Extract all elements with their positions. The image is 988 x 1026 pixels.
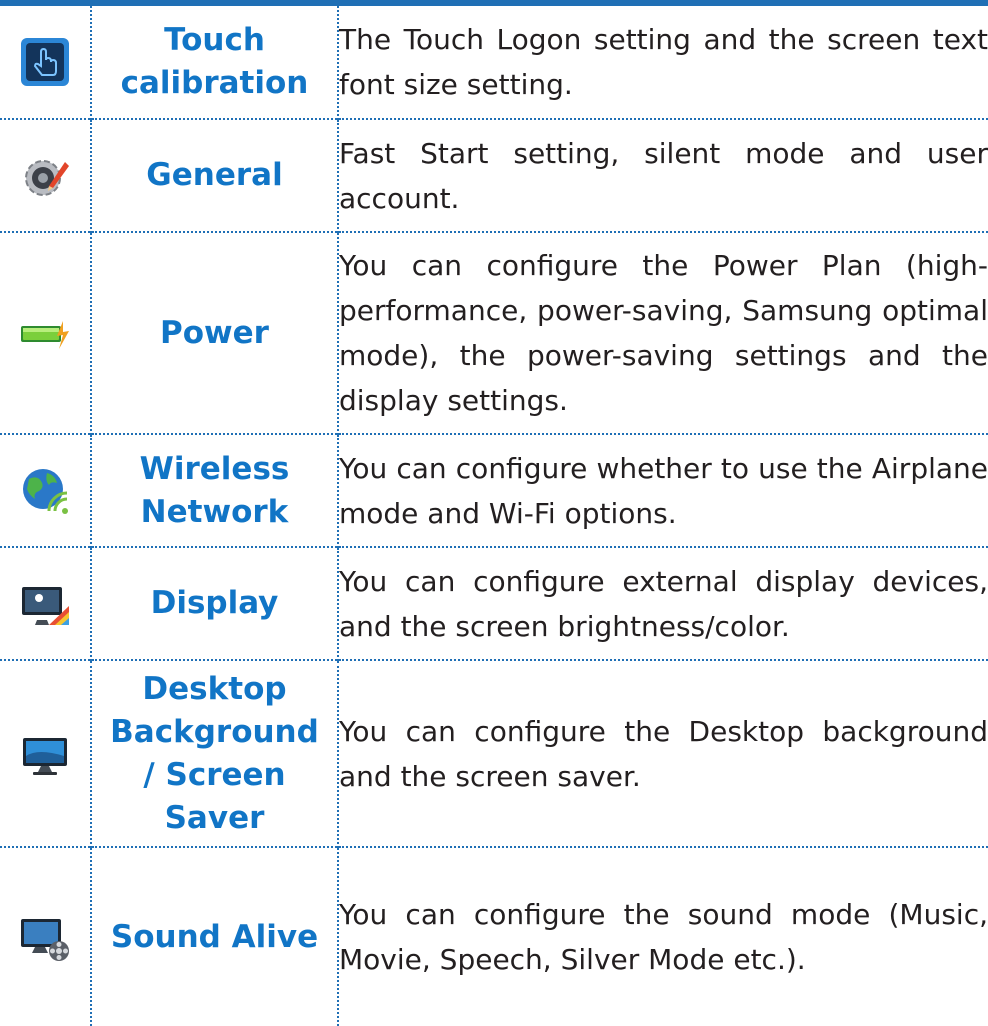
settings-table: Touch calibration The Touch Logon settin… <box>0 6 988 1026</box>
table-row: Sound Alive You can configure the sound … <box>0 846 988 1026</box>
table-row: Display You can configure external displ… <box>0 546 988 660</box>
setting-name-wireless-network: Wireless Network <box>91 433 339 547</box>
table-row: Wireless Network You can configure wheth… <box>0 433 988 547</box>
monitor-brightness-icon <box>19 578 71 630</box>
battery-charging-icon <box>19 307 71 359</box>
setting-name-power: Power <box>91 231 339 434</box>
setting-description-desktop-background-screen-saver: You can configure the Desktop background… <box>338 659 988 847</box>
setting-description-wireless-network: You can configure whether to use the Air… <box>338 433 988 547</box>
setting-description-sound-alive: You can configure the sound mode (Music,… <box>338 846 988 1026</box>
setting-description-display: You can configure external display devic… <box>338 546 988 660</box>
touch-calibration-icon <box>19 36 71 88</box>
settings-page: Touch calibration The Touch Logon settin… <box>0 0 988 1026</box>
gear-pen-icon <box>19 150 71 202</box>
monitor-film-reel-icon <box>19 911 71 963</box>
table-row: Power You can configure the Power Plan (… <box>0 231 988 434</box>
setting-name-touch-calibration: Touch calibration <box>91 6 339 119</box>
setting-name-sound-alive: Sound Alive <box>91 846 339 1026</box>
setting-name-desktop-background-screen-saver: Desktop Background / Screen Saver <box>91 659 339 847</box>
table-row: General Fast Start setting, silent mode … <box>0 118 988 232</box>
setting-name-general: General <box>91 118 339 232</box>
monitor-desktop-icon <box>19 728 71 780</box>
table-row: Desktop Background / Screen Saver You ca… <box>0 659 988 847</box>
setting-description-power: You can configure the Power Plan (high-p… <box>338 231 988 434</box>
table-row: Touch calibration The Touch Logon settin… <box>0 6 988 119</box>
setting-description-general: Fast Start setting, silent mode and user… <box>338 118 988 232</box>
setting-name-display: Display <box>91 546 339 660</box>
setting-description-touch-calibration: The Touch Logon setting and the screen t… <box>339 23 988 101</box>
globe-wifi-icon <box>19 465 71 517</box>
